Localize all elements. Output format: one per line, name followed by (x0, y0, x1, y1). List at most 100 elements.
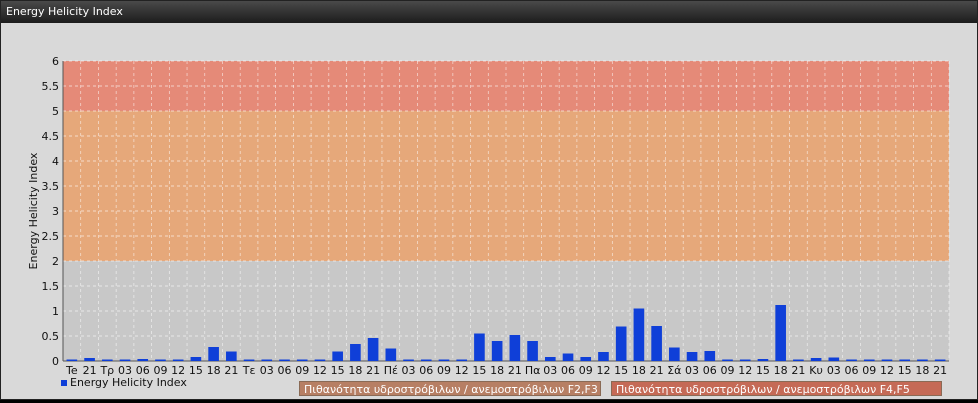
y-tick-label: 0.5 (42, 330, 60, 343)
x-tick-label: 21 (933, 364, 947, 377)
bar (332, 351, 343, 361)
y-tick-label: 3.5 (42, 180, 60, 193)
x-tick-label: 21 (366, 364, 380, 377)
bar (562, 353, 574, 361)
bar (828, 357, 840, 361)
x-tick-label: 21 (224, 364, 238, 377)
x-tick-label: 09 (721, 364, 735, 377)
x-tick-label: 12 (596, 364, 610, 377)
bar (226, 351, 237, 361)
legend-f4f5[interactable]: Πιθανότητα υδροστρόβιλων / ανεμοστρόβιλω… (611, 381, 942, 396)
chart-window: Energy Helicity Index 0 0.5 1 1.5 2 2.5 3 3.5 4 4… (0, 0, 978, 400)
x-tick-label: 06 (703, 364, 717, 377)
bar (314, 359, 326, 361)
y-tick-label: 5.5 (42, 80, 60, 93)
bar (474, 333, 485, 361)
series-legend-label: Energy Helicity Index (70, 376, 187, 389)
bar (615, 326, 627, 361)
y-tick-label: 0 (52, 355, 59, 368)
bar (757, 359, 769, 361)
x-tick-label: 03 (543, 364, 557, 377)
y-tick-label: 3 (52, 205, 59, 218)
series-swatch (61, 380, 67, 386)
x-tick-label: 03 (685, 364, 699, 377)
bar (137, 359, 149, 361)
x-tick-label: 06 (561, 364, 575, 377)
x-tick-label: 15 (331, 364, 345, 377)
x-tick-label: 21 (508, 364, 522, 377)
bar (101, 359, 113, 361)
x-tick-label: 15 (472, 364, 486, 377)
y-tick-label: 1 (52, 305, 59, 318)
window-title: Energy Helicity Index (6, 5, 123, 18)
bar (881, 359, 893, 361)
bar (846, 359, 857, 361)
x-tick-label: 21 (650, 364, 664, 377)
x-tick-label: 03 (260, 364, 274, 377)
x-tick-label: 12 (455, 364, 469, 377)
bar (119, 359, 131, 361)
ehi-bar-chart: 0 0.5 1 1.5 2 2.5 3 3.5 4 4.5 5 5.5 6 Energy Helicity… (27, 55, 950, 377)
bar (863, 359, 875, 361)
bar (190, 357, 202, 361)
y-axis-title: Energy Helicity Index (27, 152, 40, 269)
y-tick-label: 4 (52, 155, 59, 168)
bar (544, 357, 556, 361)
bar (296, 359, 308, 361)
legend-f2f3-label: Πιθανότητα υδροστρόβιλων / ανεμοστρόβιλω… (304, 383, 598, 396)
bar (651, 326, 662, 361)
y-tick-label: 1.5 (42, 280, 60, 293)
bar (279, 359, 290, 361)
bar (739, 359, 751, 361)
x-tick-label: 09 (437, 364, 451, 377)
bar (722, 359, 733, 361)
x-tick-label: Πα (525, 364, 541, 377)
window-titlebar: Energy Helicity Index (1, 1, 977, 23)
x-tick-label: 15 (898, 364, 912, 377)
bar (438, 359, 450, 361)
bar (420, 359, 432, 361)
plot-area: 0 0.5 1 1.5 2 2.5 3 3.5 4 4.5 5 5.5 6 Energy Helicity… (1, 23, 977, 399)
bar (810, 358, 822, 361)
x-tick-label: 06 (419, 364, 433, 377)
x-tick-label: 15 (614, 364, 628, 377)
x-tick-label: 18 (207, 364, 221, 377)
bar (669, 347, 680, 361)
x-tick-label: 12 (313, 364, 327, 377)
bar (243, 359, 255, 361)
legend-f4f5-label: Πιθανότητα υδροστρόβιλων / ανεμοστρόβιλω… (616, 383, 910, 396)
x-tick-label: 18 (774, 364, 788, 377)
bar (66, 359, 78, 361)
bar (172, 359, 184, 361)
series-legend[interactable]: Energy Helicity Index (61, 377, 187, 389)
bar (633, 308, 645, 361)
bar (686, 352, 698, 361)
bar (775, 305, 786, 361)
bar (155, 359, 166, 361)
bar (261, 359, 273, 361)
x-tick-label: Κυ (809, 364, 823, 377)
x-tick-label: 21 (791, 364, 805, 377)
bar (208, 347, 219, 361)
bar (598, 352, 609, 361)
x-tick-label: 12 (880, 364, 894, 377)
bar (704, 351, 716, 361)
y-tick-label: 2 (52, 255, 59, 268)
bar (385, 348, 397, 361)
bar (527, 341, 538, 361)
x-tick-label: 09 (295, 364, 309, 377)
bar (899, 359, 911, 361)
bar (793, 359, 804, 361)
x-tick-label: 09 (579, 364, 593, 377)
bar (580, 357, 592, 361)
y-tick-label: 2.5 (42, 230, 60, 243)
x-tick-label: 15 (189, 364, 203, 377)
y-tick-label: 6 (52, 55, 59, 68)
x-tick-label: Τε (242, 364, 256, 377)
bar (403, 359, 414, 361)
x-tick-label: 03 (827, 364, 841, 377)
x-tick-label: 09 (862, 364, 876, 377)
legend-f2f3[interactable]: Πιθανότητα υδροστρόβιλων / ανεμοστρόβιλω… (299, 381, 601, 396)
x-tick-label: 06 (278, 364, 292, 377)
x-tick-label: 06 (845, 364, 859, 377)
